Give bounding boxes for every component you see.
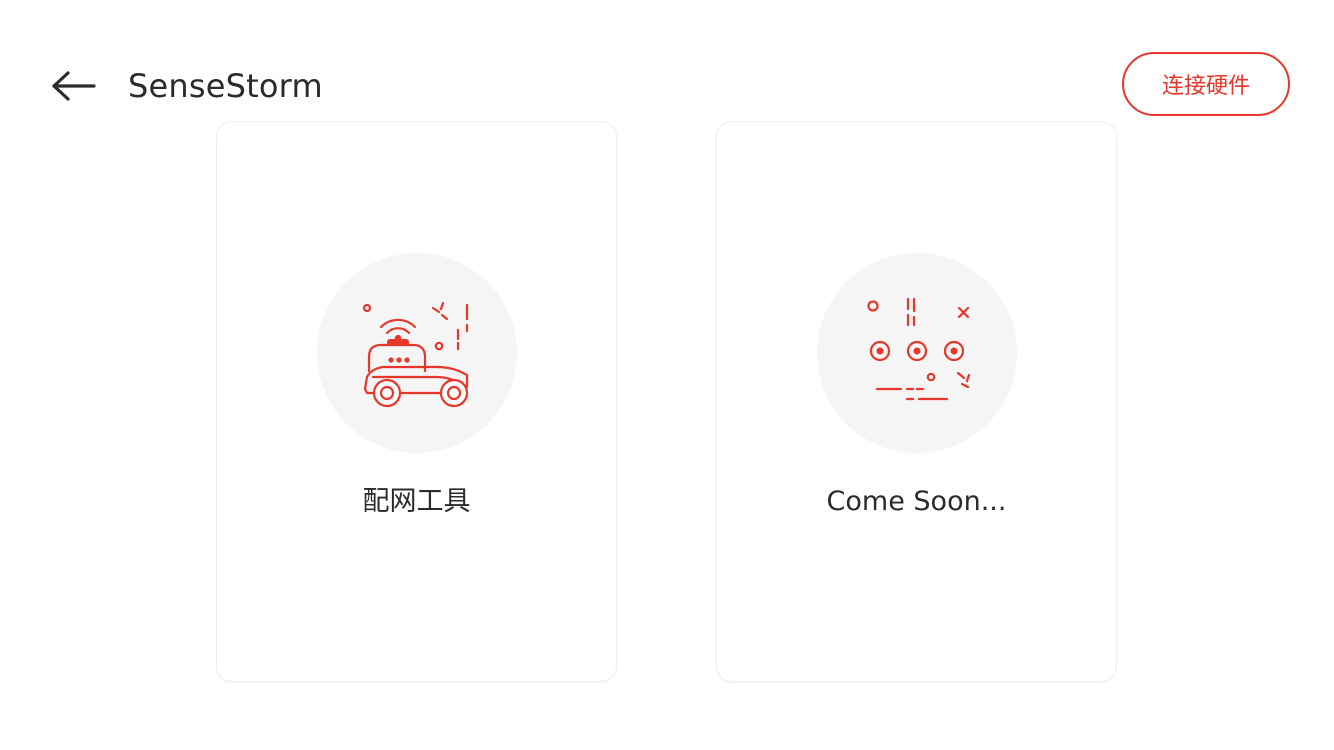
card-icon-circle (317, 253, 517, 453)
connect-hardware-button[interactable]: 连接硬件 (1122, 52, 1290, 116)
card-label: Come Soon... (826, 486, 1007, 517)
card-icon-circle (817, 253, 1017, 453)
coming-soon-dots-icon (867, 297, 971, 401)
page-title: SenseStorm (128, 67, 323, 105)
robot-car-wifi-icon (362, 301, 469, 408)
network-config-card[interactable]: 配网工具 (216, 121, 617, 682)
coming-soon-card[interactable]: Come Soon... (716, 121, 1117, 682)
card-label: 配网工具 (362, 486, 471, 517)
header-bar: SenseStorm 连接硬件 (0, 0, 1334, 120)
arrow-left-icon (52, 71, 96, 101)
back-button[interactable] (44, 62, 100, 110)
